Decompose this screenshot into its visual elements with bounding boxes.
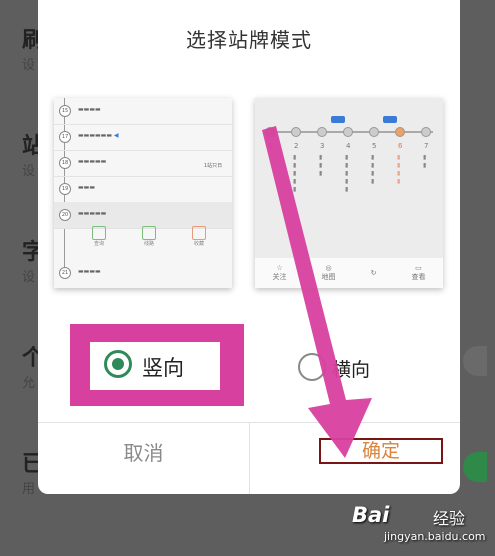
stop-number: 4 xyxy=(346,142,351,150)
bg-item-sub: 设 xyxy=(22,270,36,285)
bg-item-sub: 用 xyxy=(22,482,36,497)
stop-dot: 17 xyxy=(59,131,71,143)
stop-dot xyxy=(421,127,431,137)
stop-row: 18 ▬▬▬▬▬ 1站只日 xyxy=(54,150,232,177)
stop-number: 6 xyxy=(398,142,403,150)
stop-name: ▬▬▬▬ xyxy=(78,106,101,113)
search-icon xyxy=(92,226,106,240)
stop-name: ▬▬▬ xyxy=(78,184,96,191)
confirm-button[interactable]: 确定 xyxy=(319,438,443,464)
transfer-note: 1站只日 xyxy=(204,163,223,169)
bg-item-sub: 设 xyxy=(22,164,36,179)
stop-dot xyxy=(369,127,379,137)
stop-row: 15 ▬▬▬▬ xyxy=(54,98,232,125)
preview-tab: 线路 xyxy=(142,226,156,256)
stop-row: 19 ▬▬▬ xyxy=(54,176,232,203)
stop-number: 3 xyxy=(320,142,325,150)
stop-dot xyxy=(395,127,405,137)
radio-vertical-selected[interactable] xyxy=(104,350,132,378)
stop-dot: 18 xyxy=(59,157,71,169)
preview-tab: 收藏 xyxy=(192,226,206,256)
vertical-preview-card: 15 ▬▬▬▬ 17 ▬▬▬▬▬▬ ◀ 18 ▬▬▬▬▬ 1站只日 19 ▬▬▬… xyxy=(54,98,232,288)
stop-dot xyxy=(317,127,327,137)
stop-row: 21 ▬▬▬▬ xyxy=(54,260,232,286)
divider xyxy=(249,422,250,494)
option-vertical-label[interactable]: 竖向 xyxy=(142,352,184,382)
stop-name: ▮▮▮▮▮ xyxy=(293,154,297,193)
stop-dot: 21 xyxy=(59,267,71,279)
stop-name: ▮▮▮▮ xyxy=(397,154,401,185)
star-icon: ☆ 关注 xyxy=(272,264,287,281)
watermark-url: jingyan.baidu.com xyxy=(384,530,486,543)
stop-dot xyxy=(265,127,275,137)
bg-item-sub: 允 xyxy=(22,376,36,391)
stop-dot: 20 xyxy=(59,209,71,221)
option-horizontal-label[interactable]: 横向 xyxy=(332,355,370,382)
location-icon: ◎ 地图 xyxy=(321,264,336,281)
stop-name: ▬▬▬▬ xyxy=(78,268,101,275)
stop-row: 20 ▬▬▬▬▬ xyxy=(54,202,232,229)
stop-name: ▬▬▬▬▬ xyxy=(78,210,107,217)
stop-dot xyxy=(291,127,301,137)
station-sign-mode-dialog: 选择站牌模式 15 ▬▬▬▬ 17 ▬▬▬▬▬▬ ◀ 18 ▬▬▬▬▬ 1站只日… xyxy=(38,0,460,494)
stop-name: ▮▮ xyxy=(423,154,427,169)
bus-icon xyxy=(331,116,345,123)
bus-icon xyxy=(383,116,397,123)
stop-number: 2 xyxy=(294,142,299,150)
bg-toggle-on xyxy=(463,452,487,482)
refresh-icon: ↻ xyxy=(370,269,377,277)
stop-number: 1 xyxy=(268,142,273,150)
cancel-button[interactable]: 取消 xyxy=(38,436,249,470)
stop-name: ▮▮▮▮ xyxy=(371,154,375,185)
preview-tab: 查询 xyxy=(92,226,106,256)
view-icon: ▭ 查看 xyxy=(411,264,426,281)
radio-horizontal[interactable] xyxy=(298,353,326,381)
bg-toggle xyxy=(463,346,487,376)
watermark-brand: Bai xyxy=(352,503,390,527)
stop-name: ▮▮▮▮▮ xyxy=(345,154,349,193)
stop-name: ▬▬▬▬▬ xyxy=(78,158,107,165)
stop-number: 5 xyxy=(372,142,377,150)
preview-tabbar: ☆ 关注 ◎ 地图 ↻ ▭ 查看 xyxy=(255,258,443,288)
document-icon xyxy=(142,226,156,240)
stop-name: ▮▮▮ xyxy=(319,154,323,177)
stop-dot xyxy=(343,127,353,137)
share-icon xyxy=(192,226,206,240)
stop-number: 7 xyxy=(424,142,429,150)
horizontal-preview-card: 1 2 3 4 5 6 7 ▮▮▮▮▮ ▮▮▮ ▮▮▮▮▮ ▮▮▮▮ ▮▮▮▮ … xyxy=(255,98,443,288)
stop-row: 17 ▬▬▬▬▬▬ ◀ xyxy=(54,124,232,151)
stop-dot: 15 xyxy=(59,105,71,117)
stop-name: ▬▬▬▬▬▬ ◀ xyxy=(78,132,119,139)
bg-item-sub: 设 xyxy=(22,58,36,73)
preview-tabbar: 查询 线路 收藏 xyxy=(74,226,224,256)
watermark-sub: 经验 xyxy=(433,509,466,528)
dialog-title: 选择站牌模式 xyxy=(186,28,312,52)
stop-dot: 19 xyxy=(59,183,71,195)
